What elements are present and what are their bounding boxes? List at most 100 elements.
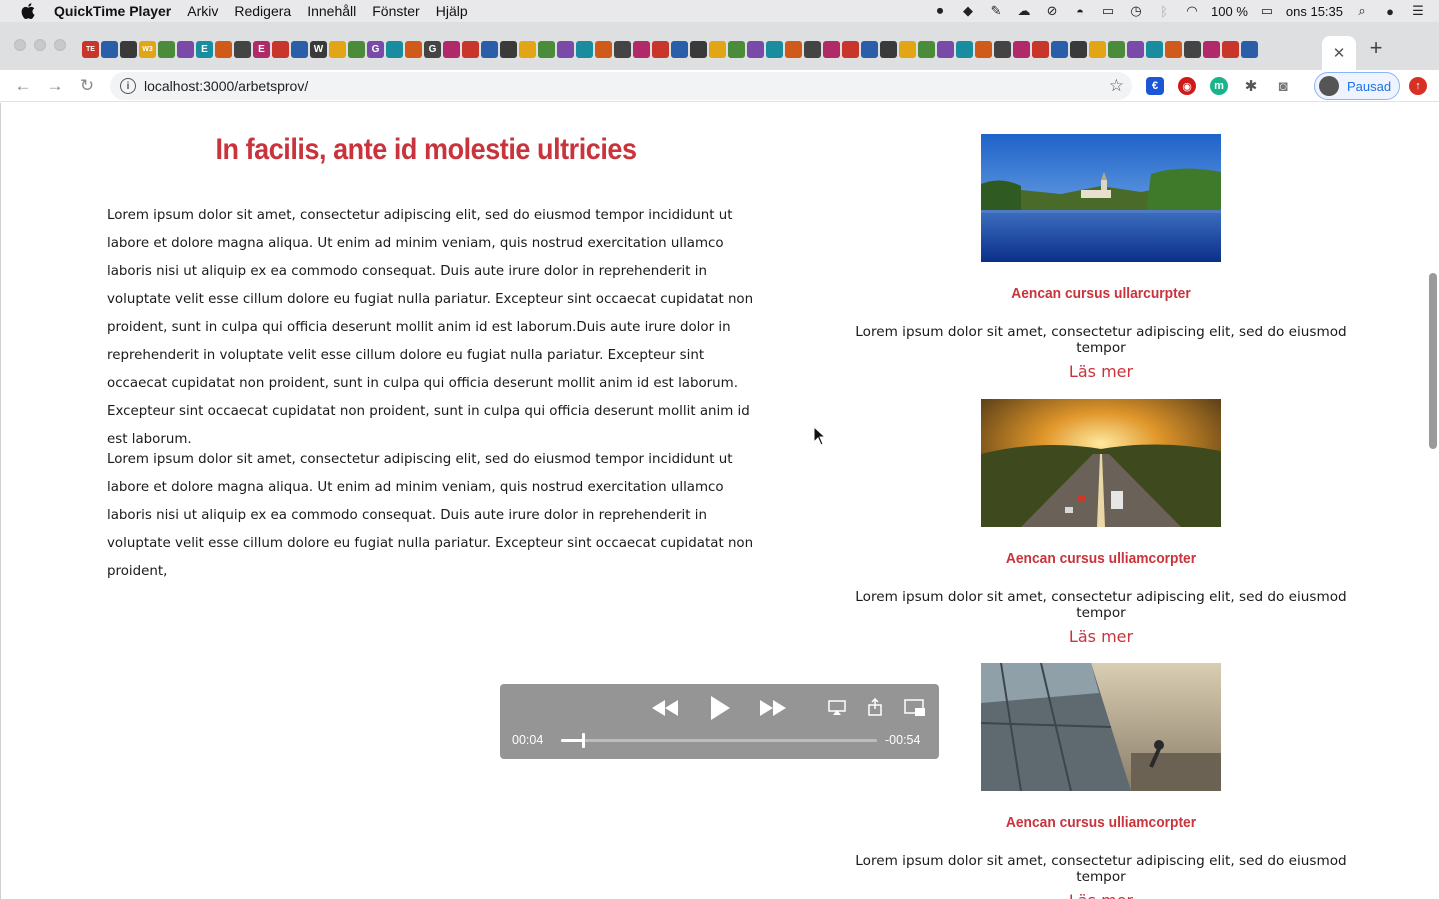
tab-favicon-icon[interactable] <box>861 41 878 58</box>
picture-in-picture-icon[interactable] <box>903 698 927 718</box>
tab-favicon-icon[interactable] <box>557 41 574 58</box>
new-tab-button[interactable]: + <box>1365 37 1387 60</box>
forward-icon[interactable]: → <box>44 75 66 97</box>
tab-favicon-icon[interactable] <box>1051 41 1068 58</box>
notification-center-icon[interactable]: ☰ <box>1409 3 1427 19</box>
tab-favicon-icon[interactable] <box>956 41 973 58</box>
reload-icon[interactable]: ↻ <box>76 75 98 97</box>
time-machine-icon[interactable]: ◷ <box>1127 3 1145 19</box>
scrubber-handle[interactable] <box>581 733 585 748</box>
tab-favicon-icon[interactable] <box>1108 41 1125 58</box>
menu-fonster[interactable]: Fönster <box>364 0 427 22</box>
tab-favicon-icon[interactable]: W3 <box>139 41 156 58</box>
tab-favicon-icon[interactable] <box>918 41 935 58</box>
card-3-read-more-link[interactable]: Läs mer <box>831 891 1371 899</box>
tab-favicon-icon[interactable] <box>272 41 289 58</box>
tab-favicon-icon[interactable] <box>595 41 612 58</box>
tab-favicon-icon[interactable] <box>652 41 669 58</box>
menu-app-name[interactable]: QuickTime Player <box>46 0 179 22</box>
tab-favicon-icon[interactable] <box>899 41 916 58</box>
extension-m-icon[interactable]: m <box>1210 77 1228 95</box>
menu-arkiv[interactable]: Arkiv <box>179 0 226 22</box>
tab-favicon-icon[interactable] <box>804 41 821 58</box>
tab-favicon-icon[interactable]: G <box>367 41 384 58</box>
tab-favicon-icon[interactable] <box>348 41 365 58</box>
page-scrollbar[interactable] <box>1429 273 1437 449</box>
bluetooth-icon[interactable]: ᛒ <box>1155 3 1173 19</box>
tab-favicon-icon[interactable] <box>1222 41 1239 58</box>
tab-favicon-icon[interactable] <box>994 41 1011 58</box>
pen-icon[interactable]: ✎ <box>987 3 1005 19</box>
tab-favicon-icon[interactable]: E <box>196 41 213 58</box>
tab-favicon-icon[interactable] <box>766 41 783 58</box>
spotlight-icon[interactable]: ⌕ <box>1353 3 1371 19</box>
apple-menu-icon[interactable] <box>18 0 38 22</box>
tab-favicon-icon[interactable] <box>1089 41 1106 58</box>
zoom-window-button[interactable] <box>54 39 66 51</box>
tab-favicon-icon[interactable] <box>1184 41 1201 58</box>
tab-favicon-icon[interactable] <box>823 41 840 58</box>
tab-favicon-icon[interactable] <box>1070 41 1087 58</box>
update-icon[interactable]: ↑ <box>1409 77 1427 95</box>
tab-favicon-icon[interactable] <box>158 41 175 58</box>
tab-favicon-icon[interactable] <box>671 41 688 58</box>
siri-icon[interactable]: ● <box>1381 3 1399 19</box>
url-text[interactable]: localhost:3000/arbetsprov/ <box>144 78 308 94</box>
rewind-button[interactable] <box>650 696 680 720</box>
play-button[interactable] <box>706 694 734 722</box>
tab-favicon-icon[interactable] <box>538 41 555 58</box>
wifi-icon[interactable]: ◠ <box>1183 3 1201 19</box>
card-1-read-more-link[interactable]: Läs mer <box>831 362 1371 381</box>
airplay-icon[interactable]: ▭ <box>1099 3 1117 19</box>
highway-sunset-image[interactable] <box>981 399 1221 527</box>
tab-favicon-icon[interactable] <box>1032 41 1049 58</box>
fast-forward-button[interactable] <box>758 696 788 720</box>
tab-favicon-icon[interactable] <box>1165 41 1182 58</box>
tab-favicon-icon[interactable] <box>329 41 346 58</box>
tab-favicon-icon[interactable] <box>405 41 422 58</box>
tab-favicon-icon[interactable] <box>1203 41 1220 58</box>
tab-favicon-icon[interactable] <box>614 41 631 58</box>
tab-favicon-icon[interactable] <box>443 41 460 58</box>
minimize-window-button[interactable] <box>34 39 46 51</box>
tab-favicon-icon[interactable] <box>1146 41 1163 58</box>
back-icon[interactable]: ← <box>12 75 34 97</box>
playback-scrubber[interactable] <box>561 733 877 748</box>
tab-favicon-icon[interactable]: G <box>424 41 441 58</box>
extension-bug-icon[interactable]: ✱ <box>1242 77 1260 95</box>
tab-favicon-icon[interactable] <box>975 41 992 58</box>
menu-hjalp[interactable]: Hjälp <box>428 0 476 22</box>
tab-favicon-icon[interactable] <box>576 41 593 58</box>
menu-innehall[interactable]: Innehåll <box>299 0 364 22</box>
bookmark-star-icon[interactable]: ☆ <box>1109 76 1124 96</box>
tab-favicon-icon[interactable] <box>785 41 802 58</box>
tab-favicon-icon[interactable] <box>177 41 194 58</box>
tab-favicon-icon[interactable] <box>386 41 403 58</box>
cloud-icon[interactable]: ☁ <box>1015 3 1033 19</box>
helmet-icon[interactable]: ◓ <box>1071 3 1089 19</box>
airplay-icon[interactable] <box>826 698 848 718</box>
tab-favicon-icon[interactable] <box>120 41 137 58</box>
tab-favicon-icon[interactable] <box>101 41 118 58</box>
tab-favicon-icon[interactable] <box>709 41 726 58</box>
extension-camera-icon[interactable]: ◙ <box>1274 77 1292 95</box>
extension-adblock-icon[interactable]: ◉ <box>1178 77 1196 95</box>
tab-favicon-icon[interactable]: E <box>253 41 270 58</box>
blocked-icon[interactable]: ⊘ <box>1043 3 1061 19</box>
tab-favicon-icon[interactable] <box>1013 41 1030 58</box>
tab-favicon-icon[interactable]: W <box>310 41 327 58</box>
tab-favicon-icon[interactable] <box>1127 41 1144 58</box>
tab-favicon-icon[interactable] <box>747 41 764 58</box>
tab-favicon-icon[interactable] <box>291 41 308 58</box>
site-info-icon[interactable]: i <box>120 78 136 94</box>
tab-favicon-icon[interactable] <box>880 41 897 58</box>
close-window-button[interactable] <box>14 39 26 51</box>
tab-favicon-icon[interactable] <box>937 41 954 58</box>
menu-clock[interactable]: ons 15:35 <box>1286 4 1343 19</box>
tab-favicon-icon[interactable] <box>728 41 745 58</box>
profile-button[interactable]: Pausad <box>1314 72 1400 100</box>
record-icon[interactable]: ⏺ <box>931 3 949 19</box>
menu-redigera[interactable]: Redigera <box>226 0 299 22</box>
tab-favicon-icon[interactable] <box>215 41 232 58</box>
tab-favicon-icon[interactable] <box>462 41 479 58</box>
